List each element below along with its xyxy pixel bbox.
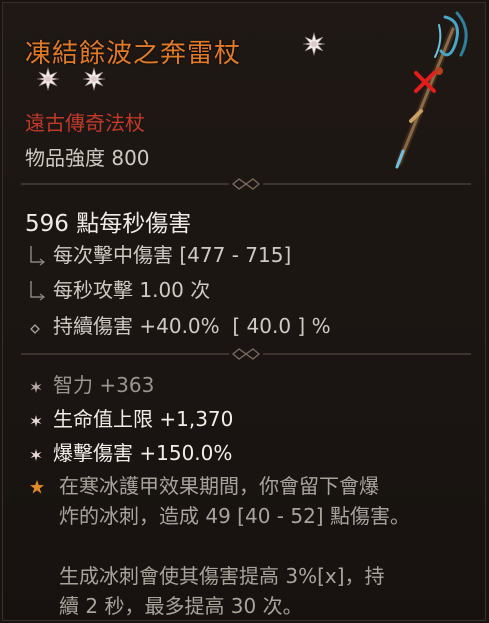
legendary-star-icon [30,480,44,494]
item-power: 物品強度 800 [25,146,150,170]
item-type: 遠古傳奇法杖 [25,111,145,135]
divider [21,178,471,190]
affix-text: 爆擊傷害 +150.0% [53,441,233,465]
dot-damage-row: 持續傷害 +40.0% [ 40.0 ] % [25,310,331,339]
item-name: 凍結餘波之奔雷杖 [25,39,242,69]
gem-socket-icon [36,66,60,92]
attack-speed-row: 每秒攻擊 1.00 次 [25,274,210,303]
attack-speed: 每秒攻擊 1.00 次 [53,278,211,302]
legendary-line: 續 2 秒，最多提高 30 次。 [59,594,303,618]
affix-star-icon [30,380,42,393]
item-tooltip: 凍結餘波之奔雷杖 遠古傳奇法杖 物品強度 800 596 點每秒傷害 每次擊中傷… [2,2,486,621]
bracket-icon [30,245,46,266]
gem-socket-icon [82,66,106,92]
dot-damage: 持續傷害 +40.0% [ 40.0 ] % [53,314,331,338]
affix-text: 生命值上限 +1,370 [53,407,234,431]
affix-star-icon [30,448,42,461]
legendary-line: 炸的冰刺，造成 49 [40 - 52] 點傷害。 [59,504,410,528]
damage-per-hit-row: 每次擊中傷害 [477 - 715] [25,239,291,268]
divider [21,348,471,360]
damage-per-hit: 每次擊中傷害 [477 - 715] [53,243,292,267]
affix-row: 爆擊傷害 +150.0% [25,437,232,466]
gem-socket-icon [302,31,326,57]
weapon-dps: 596 點每秒傷害 [25,211,192,237]
bracket-icon [30,280,46,301]
affix-star-icon [30,414,42,427]
affix-row: 智力 +363 [25,369,154,398]
weapon-staff-icon [395,11,468,169]
diamond-bullet-icon [30,323,40,334]
affix-text: 智力 +363 [53,373,155,397]
legendary-line: 在寒冰護甲效果期間，你會留下會爆 [59,474,379,498]
legendary-line: 生成冰刺會使其傷害提高 3%[x]，持 [59,564,385,588]
affix-row: 生命值上限 +1,370 [25,403,233,432]
